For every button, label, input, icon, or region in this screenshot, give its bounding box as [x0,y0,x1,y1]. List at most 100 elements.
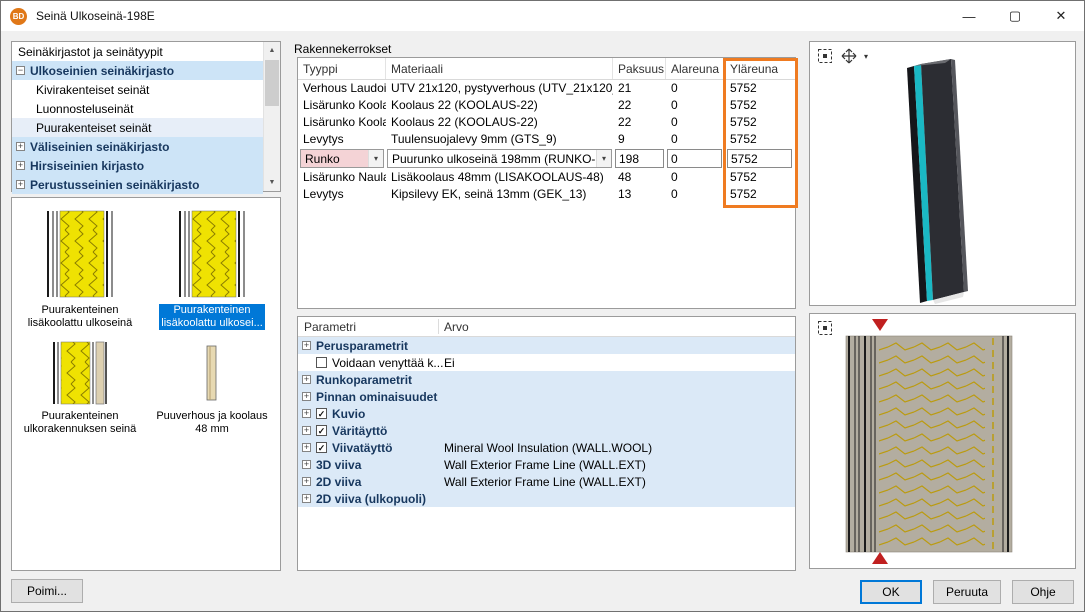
expand-icon[interactable]: + [16,142,25,151]
expand-icon[interactable]: + [302,443,311,452]
layer-material: UTV 21x120, pystyverhous (UTV_21x120_P..… [386,80,613,97]
param-row-2d-viiva-ulkopuoli[interactable]: + 2D viiva (ulkopuoli) [298,490,795,507]
checkbox-unchecked[interactable] [316,357,327,368]
layer-row[interactable]: Verhous Laudoit... UTV 21x120, pystyverh… [298,80,795,97]
thickness-input[interactable] [615,149,664,168]
scroll-thumb[interactable] [265,60,279,106]
layers-table-header: Tyyppi Materiaali Paksuus Alareuna Yläre… [298,58,795,80]
layer-top: 5752 [725,131,797,148]
tree-item-luonnostelu[interactable]: Luonnosteluseinät [12,99,263,118]
wall-type-item[interactable]: Puuverhous ja koolaus 48 mm [149,340,275,436]
layer-top: 5752 [725,80,797,97]
param-row-varitaytto[interactable]: + ✓ Väritäyttö [298,422,795,439]
layer-row[interactable]: Levytys Kipsilevy EK, seinä 13mm (GEK_13… [298,186,795,203]
layer-type: Verhous Laudoit... [298,80,386,97]
view-mode-dropdown-icon[interactable]: ▾ [864,52,868,61]
checkbox-checked[interactable]: ✓ [316,442,327,453]
layer-row[interactable]: Levytys Tuulensuojalevy 9mm (GTS_9) 9 0 … [298,131,795,148]
param-label: Kuvio [332,407,365,421]
wall-type-item[interactable]: Puurakenteinen ulkorakennuksen seinä [17,340,143,436]
wall-type-caption: Puurakenteinen lisäkoolattu ulkosei... [149,304,275,330]
ok-button[interactable]: OK [860,580,922,604]
expand-icon[interactable]: + [302,392,311,401]
expand-icon[interactable]: + [302,341,311,350]
param-row-kuvio[interactable]: + ✓ Kuvio [298,405,795,422]
param-label: 3D viiva [316,458,361,472]
layers-section-title: Rakennekerrokset [294,42,391,56]
layer-bottom: 0 [666,80,725,97]
layer-bottom: 0 [666,131,725,148]
window-title: Seinä Ulkoseinä-198E [36,9,155,23]
param-row-3d-viiva[interactable]: + 3D viiva Wall Exterior Frame Line (WAL… [298,456,795,473]
param-row-voidaan-venyttaa[interactable]: Voidaan venyttää k... Ei [298,354,795,371]
wall-type-item[interactable]: Puurakenteinen lisäkoolattu ulkoseinä [17,208,143,330]
param-value: Ei [444,356,455,370]
layer-top: 5752 [725,169,797,186]
expand-icon[interactable]: + [302,460,311,469]
layer-row[interactable]: Lisärunko Koola... Koolaus 22 (KOOLAUS-2… [298,97,795,114]
expand-icon[interactable]: + [302,409,311,418]
column-header-paksuus: Paksuus [613,58,666,79]
expand-icon[interactable]: + [302,494,311,503]
expand-icon[interactable]: + [16,180,25,189]
param-row-2d-viiva[interactable]: + 2D viiva Wall Exterior Frame Line (WAL… [298,473,795,490]
preview-3d-panel: ▾ [809,41,1076,306]
tree-item-puurakenteiset[interactable]: Puurakenteiset seinät [12,118,263,137]
expand-icon[interactable]: + [302,477,311,486]
layer-row[interactable]: Lisärunko Naula... Lisäkoolaus 48mm (LIS… [298,169,795,186]
wall-section-thumbnail [17,340,143,406]
param-row-perusparametrit[interactable]: + Perusparametrit [298,337,795,354]
maximize-button[interactable]: ▢ [992,1,1038,31]
close-button[interactable]: ✕ [1038,1,1084,31]
param-label: Runkoparametrit [316,373,412,387]
wall-type-caption: Puurakenteinen lisäkoolattu ulkoseinä [17,304,143,330]
tree-item-valiseinien[interactable]: + Väliseinien seinäkirjasto [12,137,263,156]
tree-item-kivirakenteiset[interactable]: Kivirakenteiset seinät [12,80,263,99]
bottom-edge-input[interactable] [667,149,722,168]
param-row-viivataytto[interactable]: + ✓ Viivatäyttö Mineral Wool Insulation … [298,439,795,456]
top-edge-input[interactable] [727,149,792,168]
layer-row-runko-editing[interactable]: Runko ▾ Puurunko ulkoseinä 198mm (RUNKO-… [298,148,795,169]
layer-material-dropdown[interactable]: Puurunko ulkoseinä 198mm (RUNKO-198) ▾ [387,149,612,168]
param-row-runkoparametrit[interactable]: + Runkoparametrit [298,371,795,388]
layer-row[interactable]: Lisärunko Koola... Koolaus 22 (KOOLAUS-2… [298,114,795,131]
column-header-arvo: Arvo [444,317,469,337]
layer-type: Levytys [298,186,386,203]
cancel-button[interactable]: Peruuta [933,580,1001,604]
checkbox-checked[interactable]: ✓ [316,425,327,436]
scroll-down-button[interactable]: ▼ [264,174,280,191]
tree-item-hirsiseinien[interactable]: + Hirsiseinien kirjasto [12,156,263,175]
minimize-button[interactable]: — [946,1,992,31]
layer-material: Koolaus 22 (KOOLAUS-22) [386,114,613,131]
layer-type-dropdown[interactable]: Runko ▾ [300,149,384,168]
collapse-icon[interactable]: − [16,66,25,75]
layer-bottom: 0 [666,97,725,114]
title-bar: BD Seinä Ulkoseinä-198E — ▢ ✕ [1,1,1084,31]
poimi-button[interactable]: Poimi... [11,579,83,603]
expand-icon[interactable]: + [16,161,25,170]
param-value: Mineral Wool Insulation (WALL.WOOL) [444,441,652,455]
wall-type-item-selected[interactable]: Puurakenteinen lisäkoolattu ulkosei... [149,208,275,330]
section-marker-top [872,319,888,331]
layer-thickness: 48 [613,169,666,186]
zoom-fit-icon[interactable] [816,319,834,337]
layer-top: 5752 [725,186,797,203]
section-marker-bottom [872,552,888,564]
view-mode-icon[interactable] [840,47,858,65]
chevron-down-icon[interactable]: ▾ [596,150,611,167]
layer-type: Lisärunko Naula... [298,169,386,186]
zoom-fit-icon[interactable] [816,47,834,65]
expand-icon[interactable]: + [302,426,311,435]
help-button[interactable]: Ohje [1012,580,1074,604]
chevron-down-icon[interactable]: ▾ [368,150,383,167]
expand-icon[interactable]: + [302,375,311,384]
layer-thickness: 13 [613,186,666,203]
scroll-up-button[interactable]: ▲ [264,42,280,59]
checkbox-checked[interactable]: ✓ [316,408,327,419]
tree-item-ulkoseinien[interactable]: − Ulkoseinien seinäkirjasto [12,61,263,80]
wall-library-tree-panel: Seinäkirjastot ja seinätyypit − Ulkosein… [11,41,281,192]
param-row-pinnan-ominaisuudet[interactable]: + Pinnan ominaisuudet [298,388,795,405]
param-label: 2D viiva [316,475,361,489]
tree-scrollbar[interactable]: ▲ ▼ [263,42,280,191]
tree-item-perustusseinien[interactable]: + Perustusseinien seinäkirjasto [12,175,263,194]
